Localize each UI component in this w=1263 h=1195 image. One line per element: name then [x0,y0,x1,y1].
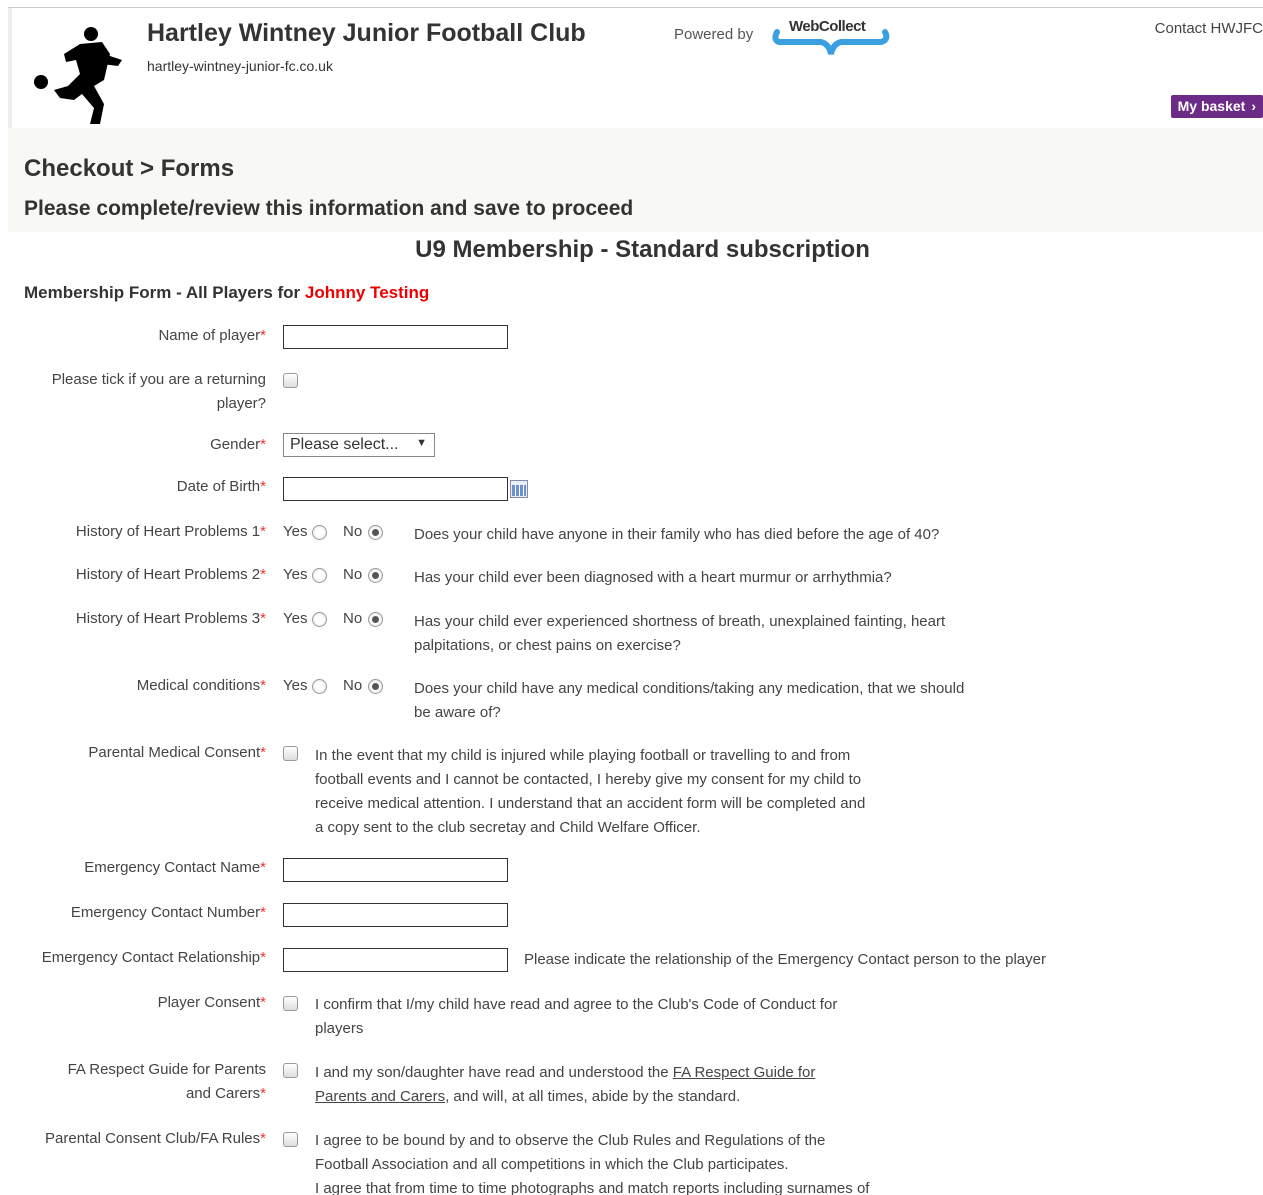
name-of-player-label: Name of player* [158,327,266,344]
product-title: U9 Membership - Standard subscription [415,236,870,263]
webcollect-logo[interactable]: WebCollect [765,14,893,62]
calendar-icon[interactable] [510,480,528,498]
heart2-description: Has your child ever been diagnosed with … [414,569,892,586]
form-title-prefix: Membership Form - All Players for [24,283,301,302]
returning-player-label: Please tick if you are a returning player… [51,371,266,412]
player-consent-label: Player Consent* [157,994,266,1011]
medical-label: Medical conditions* [136,677,266,694]
chevron-right-icon: › [1251,98,1256,114]
heart1-description: Does your child have anyone in their fam… [414,526,940,543]
heart2-no-label: No [343,566,363,583]
club-logo-footballer[interactable] [30,24,140,128]
emergency-relationship-label: Emergency Contact Relationship* [41,949,266,966]
fa-respect-description: I and my son/daughter have read and unde… [315,1064,816,1105]
gender-label: Gender* [210,436,266,453]
emergency-relationship-hint: Please indicate the relationship of the … [524,951,1046,968]
medical-yes-label: Yes [283,677,308,694]
powered-by-label: Powered by [674,26,754,43]
heart2-yes-label: Yes [283,566,308,583]
medical-yes-radio[interactable] [312,679,327,694]
fa-respect-checkbox[interactable] [283,1063,298,1078]
heart3-label: History of Heart Problems 3* [75,610,266,627]
heart1-no-radio[interactable] [368,525,383,540]
club-url[interactable]: hartley-wintney-junior-fc.co.uk [147,58,333,74]
heart2-yes-radio[interactable] [312,568,327,583]
gender-select-value: Please select... [290,436,399,453]
medical-consent-label: Parental Medical Consent* [88,744,266,761]
gender-select[interactable]: Please select... ▼ [283,433,435,457]
heart2-no-radio[interactable] [368,568,383,583]
medical-no-label: No [343,677,363,694]
club-rules-description: I agree to be bound by and to observe th… [315,1132,870,1195]
heart3-no-label: No [343,610,363,627]
heart3-yes-label: Yes [283,610,308,627]
my-basket-button[interactable]: My basket › [1170,95,1263,118]
emergency-relationship-input[interactable] [283,948,508,972]
heart1-no-label: No [343,523,363,540]
breadcrumb: Checkout > Forms [24,155,235,182]
player-consent-description: I confirm that I/my child have read and … [315,996,838,1037]
medical-no-radio[interactable] [368,679,383,694]
returning-player-checkbox[interactable] [283,373,298,388]
player-name-highlight: Johnny Testing [304,283,430,302]
heart2-label: History of Heart Problems 2* [75,566,266,583]
heart1-yes-label: Yes [283,523,308,540]
form-title: Membership Form - All Players for Johnny… [24,283,429,303]
heart3-description: Has your child ever experienced shortnes… [414,613,946,654]
emergency-number-label: Emergency Contact Number* [70,904,266,921]
heart1-label: History of Heart Problems 1* [75,523,266,540]
dropdown-arrow-icon: ▼ [416,437,427,449]
medical-consent-description: In the event that my child is injured wh… [315,747,866,836]
emergency-number-input[interactable] [283,903,508,927]
name-of-player-input[interactable] [283,325,508,349]
instruction-text: Please complete/review this information … [24,197,634,220]
heart3-yes-radio[interactable] [312,612,327,627]
webcollect-brand: WebCollect [789,18,866,35]
emergency-name-input[interactable] [283,858,508,882]
dob-label: Date of Birth* [176,478,266,495]
contact-link[interactable]: Contact HWJFC [1155,20,1263,37]
club-rules-label: Parental Consent Club/FA Rules* [45,1130,266,1147]
medical-consent-checkbox[interactable] [283,746,298,761]
heart1-yes-radio[interactable] [312,525,327,540]
fa-respect-label: FA Respect Guide for Parents and Carers* [67,1061,266,1102]
club-rules-checkbox[interactable] [283,1132,298,1147]
club-name[interactable]: Hartley Wintney Junior Football Club [147,19,586,48]
dob-input[interactable] [283,477,508,501]
site-header: Hartley Wintney Junior Football Club har… [8,8,1263,128]
heart3-no-radio[interactable] [368,612,383,627]
emergency-name-label: Emergency Contact Name* [84,859,266,876]
my-basket-label: My basket [1177,98,1246,114]
player-consent-checkbox[interactable] [283,996,298,1011]
medical-description: Does your child have any medical conditi… [414,680,965,721]
